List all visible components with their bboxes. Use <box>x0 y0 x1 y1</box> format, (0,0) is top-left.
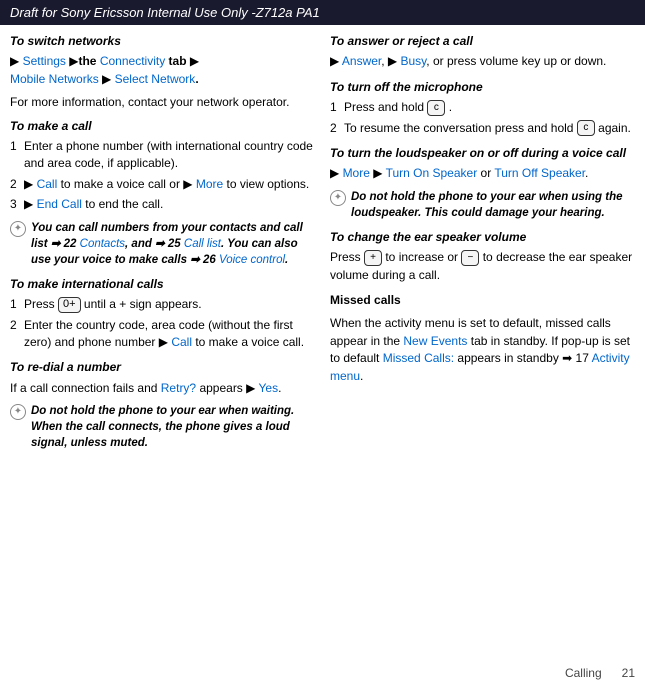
note-waiting-text: Do not hold the phone to your ear when w… <box>31 403 320 451</box>
switch-networks-info: For more information, contact your netwo… <box>10 94 320 111</box>
footer-page: 21 <box>622 666 635 680</box>
ear-speaker-title: To change the ear speaker volume <box>330 229 635 246</box>
item-content-2: ▶ Call to make a voice call or ▶ More to… <box>24 176 320 193</box>
item-num-1: 1 <box>10 138 20 173</box>
zero-plus-key: 0+ <box>58 297 81 313</box>
mic-item-2: 2 To resume the conversation press and h… <box>330 120 635 137</box>
make-call-title: To make a call <box>10 118 320 135</box>
missed-calls-title: Missed calls <box>330 292 635 309</box>
intl-content-1: Press 0+ until a + sign appears. <box>24 296 320 313</box>
mic-num-1: 1 <box>330 99 340 116</box>
note-icon-2: ✦ <box>10 404 26 420</box>
mic-item-1: 1 Press and hold c . <box>330 99 635 116</box>
loudspeaker-body: ▶ More ▶ Turn On Speaker or Turn Off Spe… <box>330 165 635 182</box>
item-content-1: Enter a phone number (with international… <box>24 138 320 173</box>
answer-reject-body: ▶ Answer, ▶ Busy, or press volume key up… <box>330 53 635 70</box>
turn-off-mic-title: To turn off the microphone <box>330 79 635 96</box>
redial-title: To re-dial a number <box>10 359 320 376</box>
mic-content-2: To resume the conversation press and hol… <box>344 120 635 137</box>
make-call-item-1: 1 Enter a phone number (with internation… <box>10 138 320 173</box>
item-num-2: 2 <box>10 176 20 193</box>
right-column: To answer or reject a call ▶ Answer, ▶ B… <box>330 33 635 457</box>
note-contacts-text: You can call numbers from your contacts … <box>31 220 320 268</box>
intl-num-1: 1 <box>10 296 20 313</box>
note-contacts: ✦ You can call numbers from your contact… <box>10 220 320 268</box>
note-icon-1: ✦ <box>10 221 26 237</box>
intl-content-2: Enter the country code, area code (witho… <box>24 317 320 352</box>
note-icon-3: ✦ <box>330 190 346 206</box>
intl-calls-item-1: 1 Press 0+ until a + sign appears. <box>10 296 320 313</box>
c-key-2: c <box>577 120 595 136</box>
item-content-3: ▶ End Call to end the call. <box>24 196 320 213</box>
plus-key: + <box>364 250 382 266</box>
intl-calls-title: To make international calls <box>10 276 320 293</box>
make-call-item-3: 3 ▶ End Call to end the call. <box>10 196 320 213</box>
note-loudspeaker: ✦ Do not hold the phone to your ear when… <box>330 189 635 221</box>
left-column: To switch networks ▶ Settings ▶the Conne… <box>10 33 320 457</box>
loudspeaker-title: To turn the loudspeaker on or off during… <box>330 145 635 162</box>
redial-body: If a call connection fails and Retry? ap… <box>10 380 320 397</box>
item-num-3: 3 <box>10 196 20 213</box>
mic-content-1: Press and hold c . <box>344 99 635 116</box>
mic-num-2: 2 <box>330 120 340 137</box>
note-loudspeaker-text: Do not hold the phone to your ear when u… <box>351 189 635 221</box>
footer-section: Calling <box>565 666 602 680</box>
page-footer: Calling 21 <box>565 666 635 680</box>
c-key-1: c <box>427 100 445 116</box>
minus-key: − <box>461 250 479 266</box>
make-call-item-2: 2 ▶ Call to make a voice call or ▶ More … <box>10 176 320 193</box>
page-header: Draft for Sony Ericsson Internal Use Onl… <box>0 0 645 25</box>
switch-networks-title: To switch networks <box>10 33 320 50</box>
intl-calls-item-2: 2 Enter the country code, area code (wit… <box>10 317 320 352</box>
header-title: Draft for Sony Ericsson Internal Use Onl… <box>10 5 320 20</box>
switch-networks-body: ▶ Settings ▶the Connectivity tab ▶ Mobil… <box>10 53 320 88</box>
note-waiting: ✦ Do not hold the phone to your ear when… <box>10 403 320 451</box>
main-content: To switch networks ▶ Settings ▶the Conne… <box>0 25 645 465</box>
ear-speaker-body: Press + to increase or − to decrease the… <box>330 249 635 284</box>
answer-reject-title: To answer or reject a call <box>330 33 635 50</box>
intl-num-2: 2 <box>10 317 20 352</box>
missed-calls-body: When the activity menu is set to default… <box>330 315 635 385</box>
